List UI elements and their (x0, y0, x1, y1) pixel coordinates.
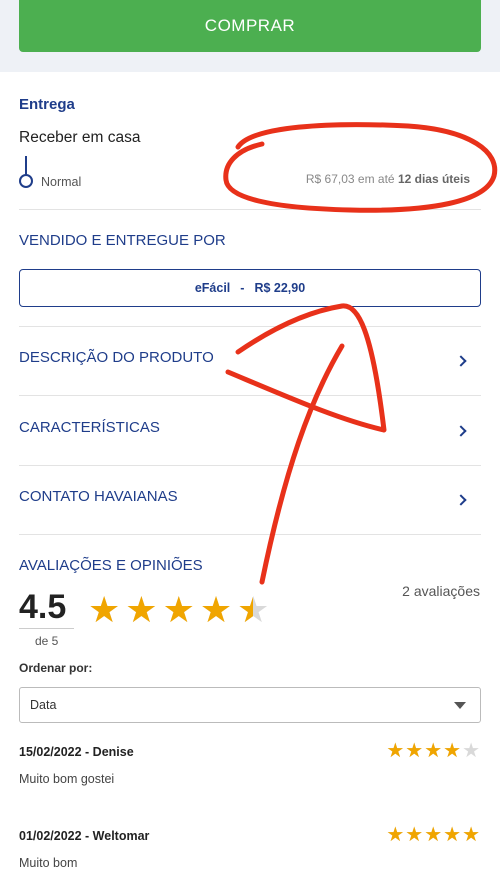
score-underline (19, 628, 74, 629)
caret-down-icon (454, 701, 466, 709)
star-icon: ★★ (462, 740, 480, 762)
star-icon: ★★ (424, 740, 443, 762)
review-header: 15/02/2022 - Denise (19, 745, 134, 759)
star-icon: ★★ (386, 740, 405, 762)
buy-button[interactable]: COMPRAR (19, 0, 481, 52)
section-label: DESCRIÇÃO DO PRODUTO (19, 348, 214, 366)
ratings-title: AVALIAÇÕES E OPINIÕES (19, 557, 203, 574)
sold-by-title: VENDIDO E ENTREGUE POR (19, 232, 226, 249)
star-icon: ★★ (462, 824, 480, 846)
seller-name: eFácil (194, 281, 231, 295)
star-icon: ★★ (199, 589, 233, 630)
delivery-subtitle: Receber em casa (19, 129, 141, 146)
shipping-dot-icon (19, 174, 33, 188)
shipping-price-text: R$ 67,03 em até (305, 172, 395, 186)
star-icon: ★★ (405, 740, 424, 762)
star-icon: ★★ (162, 589, 195, 630)
shipping-price: R$ 67,03 em até 12 dias úteis (306, 172, 470, 186)
chevron-right-icon (455, 425, 467, 437)
review-header: 01/02/2022 - Weltomar (19, 829, 150, 843)
section-contact[interactable]: CONTATO HAVAIANAS (19, 481, 481, 511)
sort-select[interactable]: Data (19, 687, 481, 723)
divider (19, 395, 481, 396)
star-icon: ★★ (88, 589, 121, 630)
delivery-title: Entrega (19, 96, 75, 113)
annotation-arrow-shaft (259, 343, 345, 585)
chevron-right-icon (455, 355, 467, 367)
review-text: Muito bom (19, 856, 78, 870)
review-count: 2 avaliações (402, 583, 480, 599)
shipping-line (25, 156, 27, 176)
chevron-right-icon (455, 494, 467, 506)
sort-label: Ordenar por: (19, 661, 93, 675)
section-label: CONTATO HAVAIANAS (19, 487, 178, 505)
seller-price: R$ 22,90 (254, 281, 306, 295)
seller-separator: - (240, 281, 245, 295)
section-product-description[interactable]: DESCRIÇÃO DO PRODUTO (19, 342, 481, 372)
annotation-circle (223, 122, 498, 213)
star-icon: ★★ (237, 589, 270, 630)
star-icon: ★★ (405, 824, 424, 846)
star-icon: ★★ (443, 740, 462, 762)
sort-value: Data (30, 698, 57, 712)
divider (19, 209, 481, 210)
seller-option-button[interactable]: eFácil - R$ 22,90 (19, 269, 481, 307)
star-icon: ★★ (125, 589, 158, 630)
average-score: 4.5 (19, 588, 67, 626)
divider (19, 534, 481, 535)
review-stars: ★★★★★★★★★★ (386, 825, 480, 845)
score-scale: de 5 (35, 634, 59, 648)
shipping-type: Normal (41, 175, 82, 189)
shipping-deadline: 12 dias úteis (397, 172, 470, 186)
average-stars: ★★★★★★★★★★ (88, 592, 269, 628)
section-label: CARACTERÍSTICAS (19, 418, 160, 436)
star-icon: ★★ (424, 824, 443, 846)
review-stars: ★★★★★★★★★★ (386, 741, 480, 761)
section-characteristics[interactable]: CARACTERÍSTICAS (19, 412, 481, 442)
star-icon: ★★ (386, 824, 405, 846)
review-text: Muito bom gostei (19, 772, 115, 786)
divider (19, 326, 481, 327)
divider (19, 465, 481, 466)
star-icon: ★★ (443, 824, 462, 846)
